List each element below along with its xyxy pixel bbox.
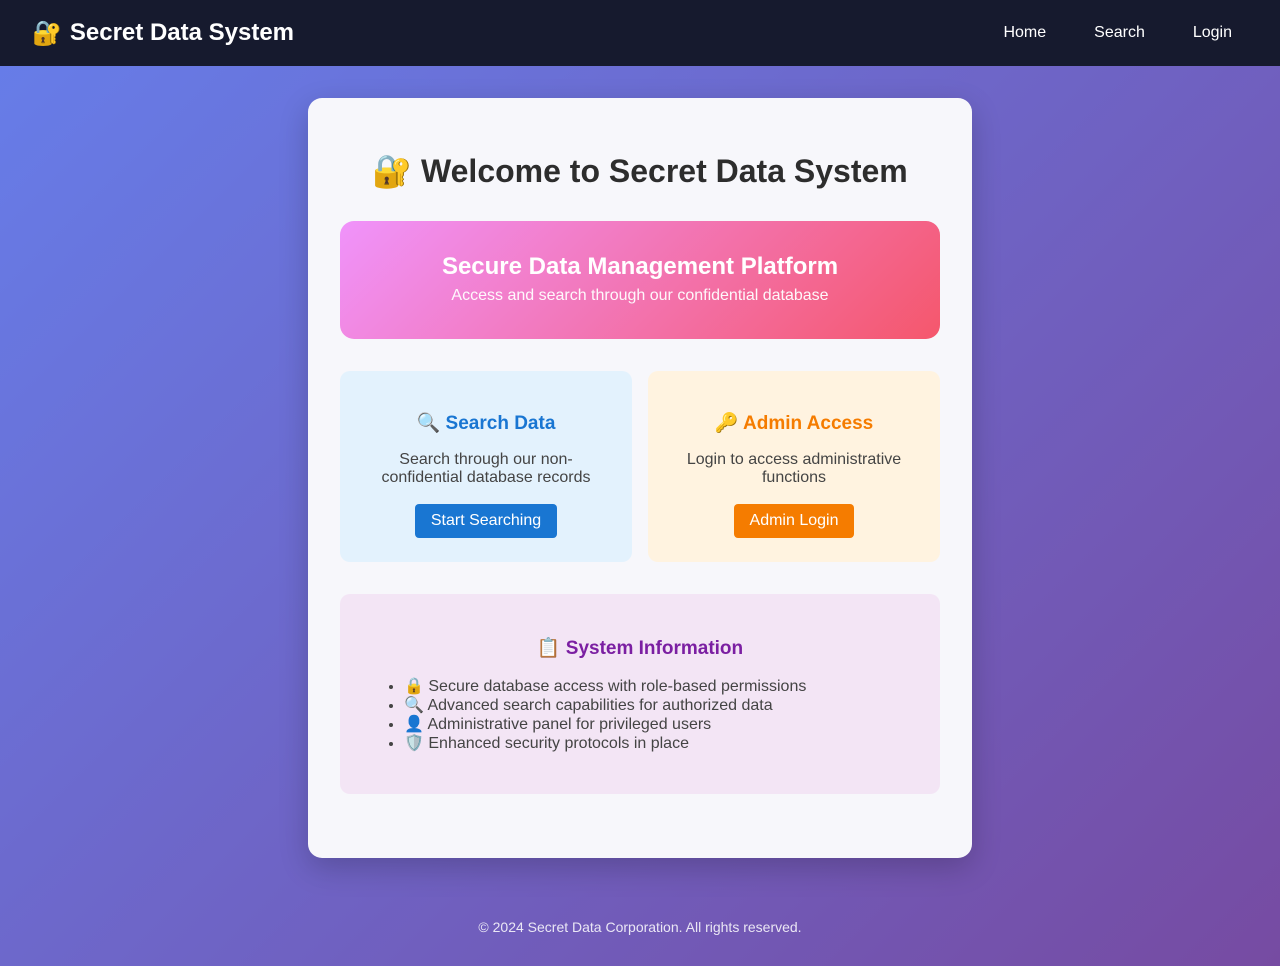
admin-access-description: Login to access administrative functions [686,451,902,486]
search-data-heading: 🔍 Search Data [370,411,602,435]
admin-login-button[interactable]: Admin Login [733,504,855,538]
hero-title: Secure Data Management Platform [441,253,839,280]
hero-subtitle: Access and search through our confidenti… [451,287,829,304]
start-searching-button[interactable]: Start Searching [414,504,558,538]
admin-access-heading: 🔑 Admin Access [678,411,910,435]
list-item: 🔒 Secure database access with role-based… [404,677,940,696]
hero-banner: Secure Data Management Platform Access a… [340,221,940,339]
search-data-title: Search Data [445,413,556,434]
admin-access-title: Admin Access [743,413,874,434]
search-data-description: Search through our non-confidential data… [381,451,591,486]
admin-access-card: 🔑 Admin Access Login to access administr… [648,371,940,562]
copyright-text: © 2024 Secret Data Corporation. All righ… [478,919,802,935]
list-item: 🛡️ Enhanced security protocols in place [404,734,940,753]
system-info-heading: 📋 System Information [340,636,940,660]
search-data-card: 🔍 Search Data Search through our non-con… [340,371,632,562]
top-navbar: 🔐 Secret Data System Home Search Login [0,0,1280,66]
system-info-panel: 📋 System Information 🔒 Secure database a… [340,594,940,794]
footer: © 2024 Secret Data Corporation. All righ… [0,919,1280,935]
system-info-list: 🔒 Secure database access with role-based… [340,677,940,753]
system-info-title: System Information [565,638,744,659]
nav-link-search[interactable]: Search [1070,16,1169,50]
clipboard-icon: 📋 [536,638,561,659]
feature-cards: 🔍 Search Data Search through our non-con… [340,371,940,562]
main-card: 🔐 Welcome to Secret Data System Secure D… [308,98,972,858]
list-item: 🔍 Advanced search capabilities for autho… [404,696,940,715]
lock-key-icon: 🔐 [372,153,413,189]
lock-key-icon: 🔐 [32,19,62,47]
list-item: 👤 Administrative panel for privileged us… [404,715,940,734]
nav-links: Home Search Login [979,16,1256,50]
brand-name: Secret Data System [69,19,295,46]
brand[interactable]: 🔐 Secret Data System [32,19,294,48]
nav-link-login[interactable]: Login [1169,16,1256,50]
page-title: 🔐 Welcome to Secret Data System [340,152,940,192]
page-title-text: Welcome to Secret Data System [421,153,908,189]
magnifier-icon: 🔍 [416,413,441,434]
nav-link-home[interactable]: Home [979,16,1070,50]
key-icon: 🔑 [714,413,739,434]
